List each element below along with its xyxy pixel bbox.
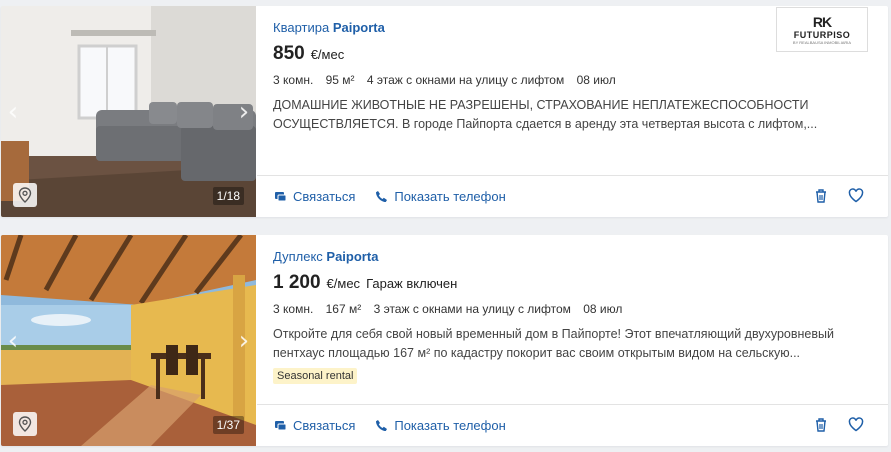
chat-icon [275,192,287,202]
listing-card[interactable]: ‹ › 1/37 Дуплекс Paiporta 1 200 €/мес Га… [1,235,888,446]
listing-location: Paiporta [332,20,385,35]
map-pin-icon[interactable] [13,412,37,436]
contact-button[interactable]: Связаться [274,189,355,204]
contact-label: Связаться [293,418,356,433]
price-extra: Гараж включен [366,276,458,291]
agency-logo-name: FUTURPISO [793,30,851,40]
price-unit: €/мес [326,276,361,291]
show-phone-button[interactable]: Показать телефон [375,189,506,204]
price-line: 850 €/мес [273,43,344,65]
listing-info: Дуплекс Paiporta 1 200 €/мес Гараж включ… [273,235,888,400]
contact-label: Связаться [293,189,356,204]
chevron-right-icon[interactable]: › [234,98,254,126]
listing-actions: Связаться Показать телефон [257,404,888,446]
listing-info: Квартира Paiporta 850 €/мес 3 комн. 95 м… [273,6,888,171]
floor: 3 этаж с окнами на улицу с лифтом [373,302,571,316]
rooms: 3 комн. [273,73,314,87]
listing-description[interactable]: ДОМАШНИЕ ЖИВОТНЫЕ НЕ РАЗРЕШЕНЫ, СТРАХОВА… [273,96,871,134]
listing-card[interactable]: ‹ › 1/18 Квартира Paiporta 850 €/мес 3 к… [1,6,888,217]
agency-logo[interactable]: RK FUTURPISO BY REALBAUSA INMOBILIARIA [776,7,868,52]
map-pin-icon[interactable] [13,183,37,207]
heart-icon[interactable] [848,417,864,437]
listing-title[interactable]: Квартира Paiporta [273,20,385,35]
seasonal-tag: Seasonal rental [273,368,358,384]
floor: 4 этаж с окнами на улицу с лифтом [366,73,565,87]
agency-logo-mark: RK [812,14,832,30]
date: 08 июл [583,302,623,316]
heart-icon[interactable] [848,188,864,208]
trash-icon[interactable] [814,188,828,209]
area: 95 м² [325,73,355,87]
chevron-left-icon[interactable]: ‹ [3,98,23,126]
listing-title[interactable]: Дуплекс Paiporta [273,249,378,264]
listing-type: Квартира [273,20,330,35]
listing-price: 850 [273,43,305,64]
show-phone-label: Показать телефон [394,189,506,204]
chevron-right-icon[interactable]: › [234,327,254,355]
listing-details: 3 комн. 95 м² 4 этаж с окнами на улицу с… [273,73,625,87]
date: 08 июл [576,73,616,87]
photo-counter: 1/18 [212,187,244,205]
show-phone-label: Показать телефон [394,418,506,433]
listing-type: Дуплекс [273,249,323,264]
listing-description[interactable]: Откройте для себя свой новый временный д… [273,325,871,363]
listing-photo[interactable]: ‹ › 1/37 [1,235,256,446]
price-line: 1 200 €/мес Гараж включен [273,272,457,294]
phone-icon [376,191,388,202]
agency-logo-sub: BY REALBAUSA INMOBILIARIA [792,40,852,45]
trash-icon[interactable] [814,417,828,438]
chat-icon [275,421,287,431]
listing-photo[interactable]: ‹ › 1/18 [1,6,256,217]
listing-location: Paiporta [326,249,379,264]
listing-price: 1 200 [273,272,321,293]
price-unit: €/мес [310,47,345,62]
photo-counter: 1/37 [212,416,244,434]
phone-icon [376,420,388,431]
show-phone-button[interactable]: Показать телефон [375,418,506,433]
chevron-left-icon[interactable]: ‹ [3,327,23,355]
rooms: 3 комн. [273,302,314,316]
area: 167 м² [325,302,362,316]
listing-details: 3 комн. 167 м² 3 этаж с окнами на улицу … [273,302,631,316]
contact-button[interactable]: Связаться [274,418,355,433]
listing-actions: Связаться Показать телефон [257,175,888,217]
